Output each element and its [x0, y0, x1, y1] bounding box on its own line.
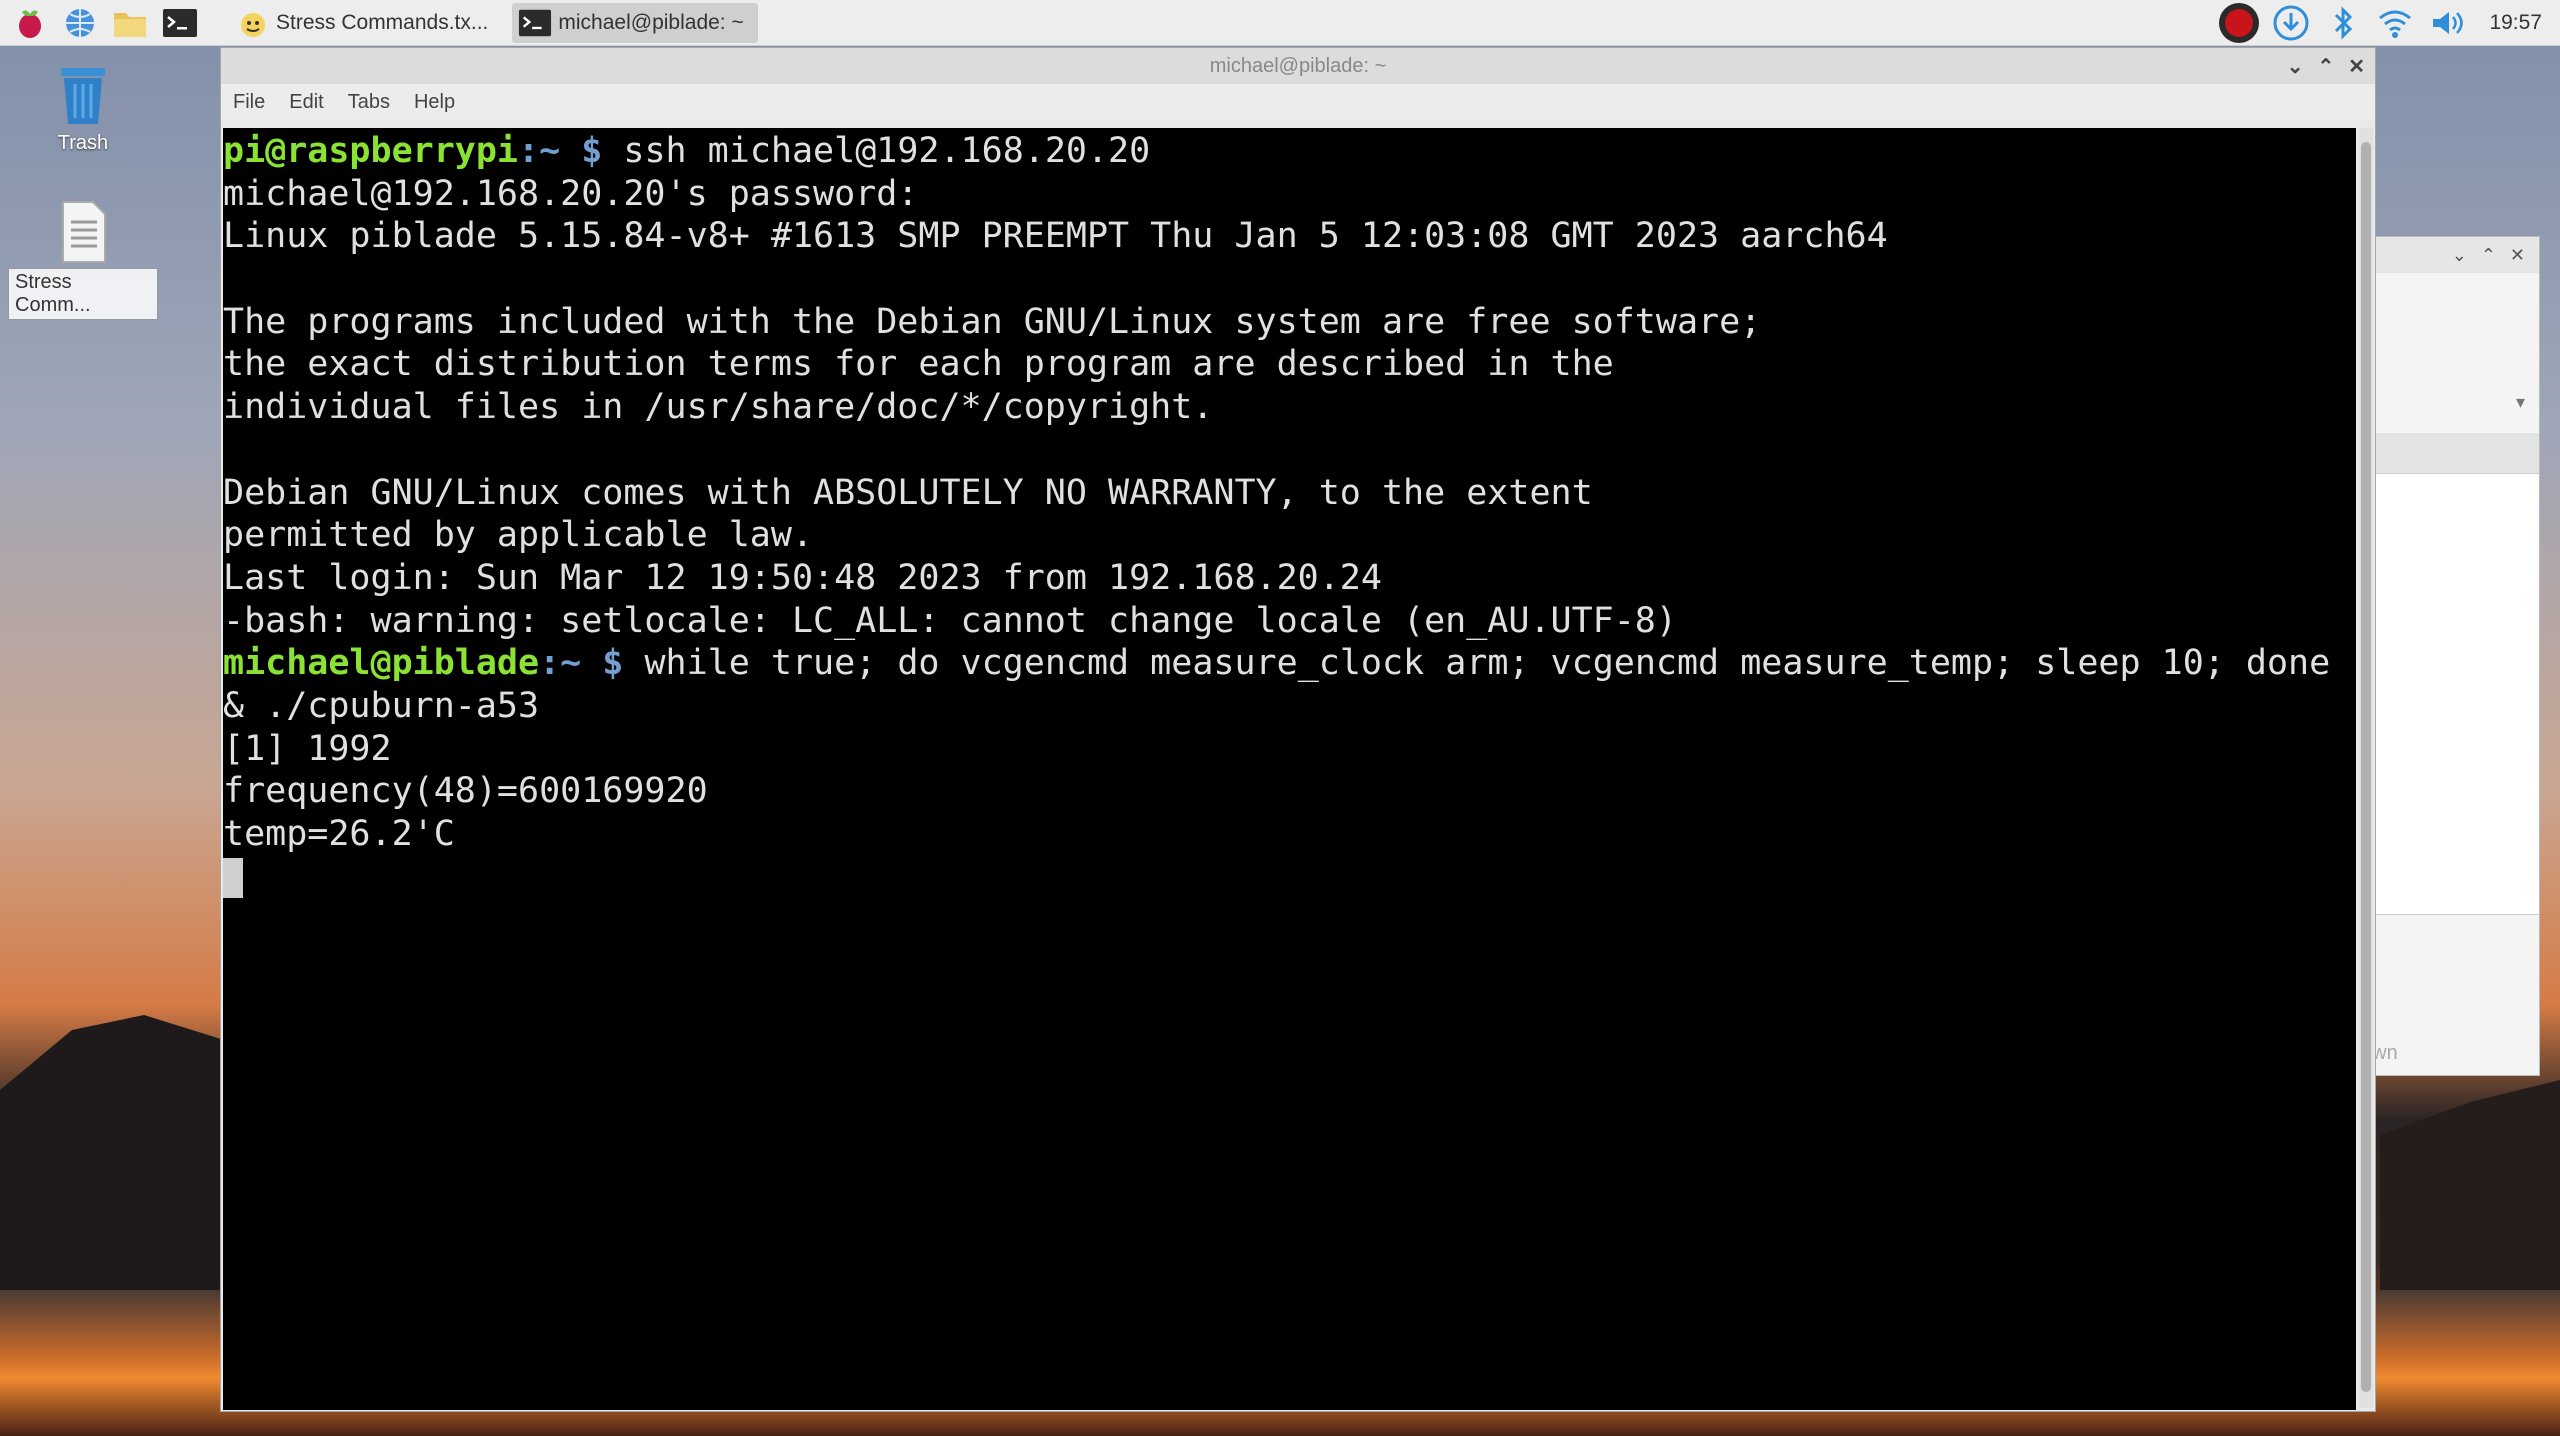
terminal-line: temp=26.2'C: [223, 814, 455, 854]
terminal-cursor: [223, 857, 243, 898]
desktop-icon-trash[interactable]: Trash: [8, 62, 158, 157]
prompt-user: michael@piblade: [223, 643, 540, 684]
desktop-icon-label: Stress Comm...: [8, 268, 158, 320]
chevron-down-icon[interactable]: ⌄: [2452, 245, 2467, 266]
window-titlebar[interactable]: michael@piblade: ~ ⌄ ⌃ ✕: [221, 48, 2375, 84]
terminal-output[interactable]: pi@raspberrypi:~ $ ssh michael@192.168.2…: [223, 128, 2356, 1410]
raspberry-menu-icon[interactable]: [10, 3, 50, 43]
command-text: while true; do vcgencmd measure_clock ar…: [623, 643, 2331, 684]
text-editor-icon: [236, 7, 270, 39]
terminal-line: michael@piblade:~ $ while true; do vcgen…: [223, 642, 2356, 685]
task-label: Stress Commands.tx...: [276, 10, 489, 34]
task-terminal[interactable]: michael@piblade: ~: [512, 2, 758, 43]
prompt-user: pi@raspberrypi: [223, 131, 519, 171]
bluetooth-icon[interactable]: [2321, 1, 2365, 45]
desktop-icon-label: Trash: [57, 132, 109, 154]
terminal-icon: [518, 7, 552, 39]
trash-icon: [61, 68, 105, 124]
prompt-sign: $: [581, 643, 624, 684]
menu-help[interactable]: Help: [414, 91, 455, 114]
command-text: ssh michael@192.168.20.20: [602, 131, 1151, 171]
system-tray: 19:57: [2209, 0, 2560, 45]
terminal-line: Linux piblade 5.15.84-v8+ #1613 SMP PREE…: [223, 216, 1888, 257]
background-window-content: [2363, 473, 2539, 915]
task-label: michael@piblade: ~: [558, 10, 744, 34]
file-manager-icon[interactable]: [110, 3, 150, 43]
close-icon[interactable]: ✕: [2348, 54, 2365, 79]
volume-icon[interactable]: [2425, 1, 2469, 45]
maximize-icon[interactable]: ⌃: [2481, 245, 2496, 266]
background-window[interactable]: ⌄ ⌃ ✕ ▾ own: [2360, 236, 2540, 1076]
terminal-scrollbar[interactable]: [2359, 128, 2373, 1408]
terminal-icon[interactable]: [160, 3, 200, 43]
terminal-line: the exact distribution terms for each pr…: [223, 344, 1614, 385]
record-icon[interactable]: [2217, 1, 2261, 45]
terminal-line: frequency(48)=600169920: [223, 771, 708, 812]
prompt-path: :~: [518, 131, 561, 171]
close-icon[interactable]: ✕: [2510, 245, 2525, 266]
terminal-line: Debian GNU/Linux comes with ABSOLUTELY N…: [223, 472, 1593, 513]
minimize-icon[interactable]: ⌄: [2287, 54, 2304, 79]
menu-edit[interactable]: Edit: [289, 91, 323, 114]
download-icon[interactable]: [2269, 1, 2313, 45]
clock[interactable]: 19:57: [2489, 11, 2542, 35]
maximize-icon[interactable]: ⌃: [2317, 54, 2334, 79]
desktop-wallpaper-mountain: [0, 1015, 240, 1300]
chevron-down-icon[interactable]: ▾: [2361, 273, 2539, 413]
desktop-icon-stress-commands[interactable]: Stress Comm...: [8, 200, 158, 320]
terminal-line: The programs included with the Debian GN…: [223, 301, 1762, 342]
terminal-line: [1] 1992: [223, 728, 392, 769]
terminal-cursor-line: [223, 856, 2356, 899]
menu-tabs[interactable]: Tabs: [348, 91, 390, 114]
desktop-wallpaper-mountain-right: [2380, 1080, 2560, 1300]
terminal-window[interactable]: michael@piblade: ~ ⌄ ⌃ ✕ File Edit Tabs …: [220, 47, 2376, 1412]
web-browser-icon[interactable]: [60, 3, 100, 43]
terminal-line: permitted by applicable law.: [223, 515, 814, 556]
terminal-line: individual files in /usr/share/doc/*/cop…: [223, 387, 1214, 428]
wifi-icon[interactable]: [2373, 1, 2417, 45]
terminal-line: & ./cpuburn-a53: [223, 685, 540, 726]
taskbar: Stress Commands.tx... michael@piblade: ~…: [0, 0, 2560, 46]
menu-bar: File Edit Tabs Help: [221, 84, 2375, 120]
prompt-path: :~: [539, 643, 582, 684]
window-title: michael@piblade: ~: [1209, 54, 1387, 77]
task-text-editor[interactable]: Stress Commands.tx...: [230, 3, 502, 43]
scrollbar-thumb[interactable]: [2361, 142, 2371, 1392]
prompt-sign: $: [560, 131, 603, 171]
menu-file[interactable]: File: [233, 91, 265, 114]
text-file-icon: [62, 201, 106, 263]
background-window-titlebar[interactable]: ⌄ ⌃ ✕: [2361, 237, 2539, 273]
terminal-line: Last login: Sun Mar 12 19:50:48 2023 fro…: [223, 557, 1382, 598]
terminal-line: -bash: warning: setlocale: LC_ALL: canno…: [223, 600, 1677, 641]
background-window-toolbar: [2361, 433, 2539, 473]
terminal-line: michael@192.168.20.20's password:: [223, 173, 919, 214]
terminal-line: pi@raspberrypi:~ $ ssh michael@192.168.2…: [223, 130, 2356, 173]
